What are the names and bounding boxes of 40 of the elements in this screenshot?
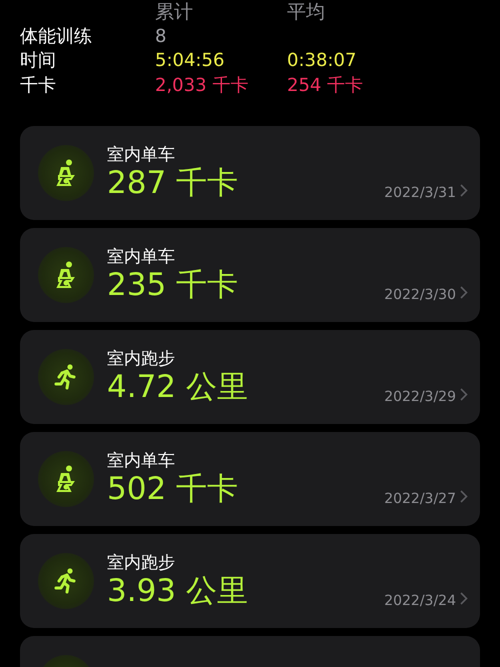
workout-title: 室内跑步 — [107, 553, 176, 573]
workout-date: 2022/3/27 — [384, 490, 456, 509]
cyclist-icon — [55, 261, 77, 289]
stat-value: 0:38:07 — [287, 49, 358, 73]
stat-value: 254 千卡 — [287, 74, 364, 98]
cyclist-icon — [55, 465, 77, 493]
workout-title: 室内单车 — [107, 145, 176, 165]
workout-value: 287 千卡 — [107, 165, 240, 201]
workout-value: 3.93 公里 — [107, 573, 249, 609]
workout-value: 4.72 公里 — [107, 369, 249, 405]
stat-value: 5:04:56 — [155, 49, 226, 73]
workout-date: 2022/3/24 — [384, 592, 456, 611]
stat-value: 2,033 千卡 — [155, 74, 250, 98]
workout-date: 2022/3/31 — [384, 184, 456, 203]
row-label: 时间 — [20, 49, 57, 73]
row-label: 体能训练 — [20, 24, 93, 48]
chevron-icon — [460, 490, 468, 504]
runner-icon — [54, 364, 78, 390]
workout-title: 室内跑步 — [107, 349, 176, 369]
chevron-icon — [460, 388, 468, 402]
runner-icon — [54, 568, 78, 594]
workout-card[interactable]: 室内跑步 4.72 公里 2022/3/29 — [20, 330, 480, 424]
workout-date: 2022/3/29 — [384, 388, 456, 407]
workout-date: 2022/3/30 — [384, 286, 456, 305]
chevron-icon — [460, 184, 468, 198]
column-header: 平均 — [287, 0, 326, 24]
workout-title: 室内单车 — [107, 451, 176, 471]
column-header: 累计 — [155, 0, 194, 24]
workout-value: 235 千卡 — [107, 267, 240, 303]
workout-card[interactable]: 室内单车 502 千卡 2022/3/27 — [20, 432, 480, 526]
workout-card[interactable]: 室内单车 287 千卡 2022/3/31 — [20, 126, 480, 220]
workout-title: 室内单车 — [107, 247, 176, 267]
workout-card[interactable]: 室内单车 235 千卡 2022/3/30 — [20, 228, 480, 322]
workout-card[interactable]: 室内跑步 3.93 公里 2022/3/24 — [20, 534, 480, 628]
cyclist-icon — [55, 159, 77, 187]
chevron-icon — [460, 286, 468, 300]
chevron-icon — [460, 592, 468, 606]
stat-value: 8 — [155, 24, 168, 48]
row-label: 千卡 — [20, 74, 57, 98]
workout-value: 502 千卡 — [107, 471, 240, 507]
